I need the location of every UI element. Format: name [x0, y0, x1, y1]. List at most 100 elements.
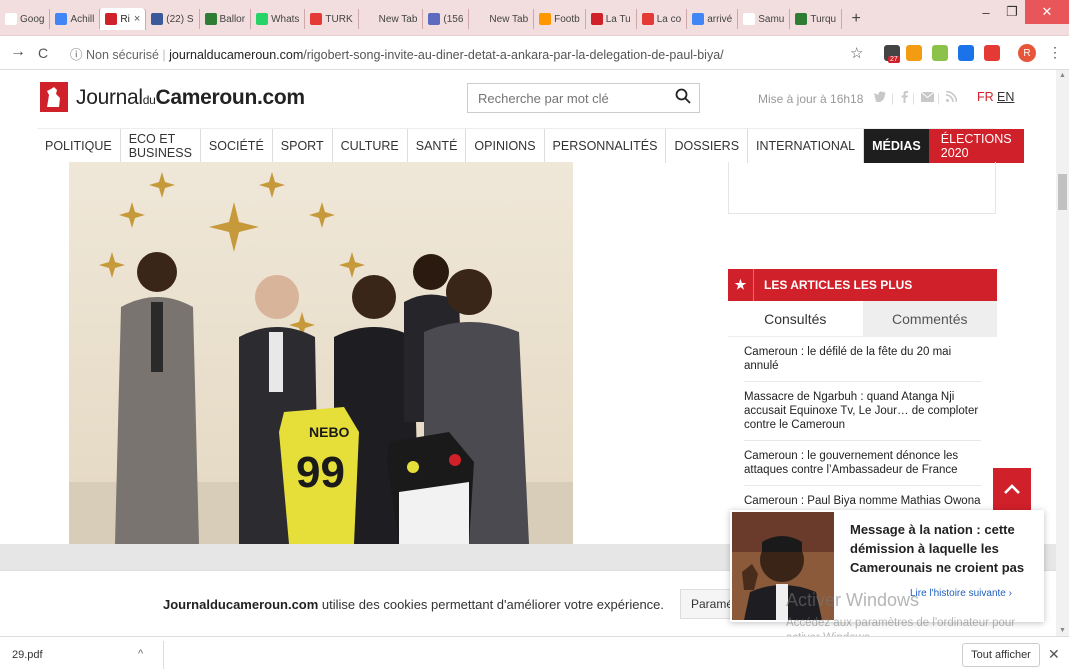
divider: |	[912, 91, 916, 105]
tab-label: Whats	[271, 13, 300, 25]
tab-consultes[interactable]: Consultés	[728, 301, 863, 336]
nav-item[interactable]: SANTÉ	[408, 129, 467, 163]
scroll-to-top-button[interactable]	[993, 468, 1031, 510]
popular-article-link[interactable]: Cameroun : le défilé de la fête du 20 ma…	[744, 337, 981, 382]
popular-article-link[interactable]: Massacre de Ngarbuh : quand Atanga Nji a…	[744, 382, 981, 441]
scroll-up-arrow-icon[interactable]: ▲	[1056, 72, 1069, 79]
tab-favicon-icon	[743, 13, 756, 25]
nav-item[interactable]: DOSSIERS	[666, 129, 749, 163]
tab-label: Footb	[554, 13, 580, 25]
browser-tab[interactable]: arrivé	[687, 9, 739, 29]
popular-list: Cameroun : le défilé de la fête du 20 ma…	[728, 337, 997, 517]
tab-label: Ballor	[219, 13, 246, 25]
rss-icon[interactable]	[945, 90, 958, 105]
browser-tab-strip: Goog Achill Ri × (22) S Ballor Whats TURK New Ta…	[0, 0, 1069, 36]
extension-icon[interactable]	[958, 45, 974, 61]
minimize-button[interactable]: –	[973, 0, 999, 24]
download-bar: 29.pdf ^ Tout afficher ✕	[0, 636, 1069, 672]
browser-tab[interactable]: Turqu	[790, 9, 843, 29]
site-header: JournalduCameroun.com Mise à jour à 16h1…	[0, 70, 1069, 128]
tab-label: La co	[656, 13, 682, 25]
tab-favicon-icon	[55, 13, 68, 25]
nav-item[interactable]: SPORT	[273, 129, 333, 163]
new-tab-button[interactable]: +	[842, 10, 870, 28]
nav-item[interactable]: POLITIQUE	[37, 129, 121, 163]
lang-en-link[interactable]: EN	[997, 90, 1014, 104]
close-icon[interactable]: ✕	[1048, 646, 1060, 663]
browser-tab[interactable]: Achill	[50, 9, 101, 29]
browser-tab[interactable]: (156	[423, 9, 470, 29]
article-photo[interactable]: 99 NEBO	[69, 162, 573, 544]
chevron-up-icon[interactable]: ^	[138, 648, 143, 660]
download-file-name[interactable]: 29.pdf	[12, 649, 43, 661]
tab-close-icon[interactable]: ×	[134, 13, 140, 25]
next-story-link[interactable]: Lire l'histoire suivante ›	[910, 588, 1012, 599]
sidebar-widget	[728, 162, 996, 214]
browser-tab[interactable]: La Tu	[586, 9, 637, 29]
nav-item[interactable]: PERSONNALITÉS	[545, 129, 667, 163]
tab-favicon-icon	[151, 13, 164, 25]
tab-commentes[interactable]: Commentés	[862, 301, 997, 336]
popular-header: ★ LES ARTICLES LES PLUS	[728, 269, 997, 301]
nav-item[interactable]: INTERNATIONAL	[748, 129, 865, 163]
address-bar[interactable]: ⓘ Non sécurisé | journalducameroun.com/r…	[70, 44, 724, 63]
nav-item-elections[interactable]: ÉLECTIONS 2020	[928, 129, 1024, 163]
nav-item-medias[interactable]: MÉDIAS	[864, 129, 929, 163]
site-logo[interactable]: JournalduCameroun.com	[76, 86, 305, 110]
nav-item[interactable]: CULTURE	[333, 129, 408, 163]
search-input[interactable]	[468, 84, 658, 112]
window-close-button[interactable]: ✕	[1025, 0, 1069, 24]
browser-tab[interactable]: (22) S	[146, 9, 200, 29]
mail-icon[interactable]	[920, 91, 935, 105]
logo-icon[interactable]	[40, 82, 68, 112]
maximize-button[interactable]: ❐	[999, 0, 1025, 24]
reload-button[interactable]: C	[38, 45, 48, 61]
browser-tab[interactable]: Goog	[0, 9, 51, 29]
browser-tab[interactable]: Ballor	[200, 9, 252, 29]
forward-button[interactable]: →	[10, 43, 26, 61]
search-icon[interactable]	[675, 88, 691, 109]
facebook-icon[interactable]	[901, 91, 908, 106]
bookmark-star-icon[interactable]: ☆	[850, 44, 863, 62]
browser-tab[interactable]: TURK	[305, 9, 359, 29]
popular-article-link[interactable]: Cameroun : le gouvernement dénonce les a…	[744, 441, 981, 486]
scroll-down-arrow-icon[interactable]: ▼	[1056, 627, 1069, 634]
extension-icon[interactable]	[932, 45, 948, 61]
nav-item[interactable]: OPINIONS	[466, 129, 545, 163]
tab-label: Ri	[120, 13, 130, 25]
page-scrollbar[interactable]: ▲ ▼	[1056, 70, 1069, 636]
tab-label: (156	[443, 13, 464, 25]
browser-tab[interactable]: Whats	[251, 9, 306, 29]
tab-label: La Tu	[605, 13, 631, 25]
browser-tab[interactable]: Ri ×	[100, 8, 147, 30]
cookie-text: Journalducameroun.com utilise des cookie…	[163, 597, 665, 612]
profile-avatar[interactable]: R	[1018, 44, 1036, 62]
tab-favicon-icon	[310, 13, 323, 25]
popular-tabs: Consultés Commentés	[728, 301, 997, 337]
extension-icon[interactable]	[906, 45, 922, 61]
tab-label: Turqu	[810, 13, 837, 25]
pdf-extension-icon[interactable]	[984, 45, 1000, 61]
browser-tab[interactable]: New Tab	[359, 9, 424, 29]
windows-watermark-title: Activer Windows	[786, 590, 920, 610]
menu-icon[interactable]: ⋮	[1048, 44, 1062, 61]
twitter-icon[interactable]	[874, 91, 886, 105]
lang-fr-link[interactable]: FR	[977, 90, 994, 104]
chevron-up-icon	[1004, 484, 1020, 494]
scroll-thumb[interactable]	[1058, 174, 1067, 210]
next-story-title[interactable]: Message à la nation : cette démission à …	[850, 520, 1036, 577]
tab-favicon-icon	[105, 13, 118, 25]
browser-tab[interactable]: New Tab	[469, 9, 535, 29]
nav-item[interactable]: ECO ET BUSINESS	[121, 129, 201, 163]
show-all-downloads-button[interactable]: Tout afficher	[962, 643, 1040, 667]
tab-favicon-icon	[692, 13, 705, 25]
browser-tab[interactable]: Footb	[534, 9, 586, 29]
browser-tab[interactable]: La co	[637, 9, 688, 29]
security-indicator[interactable]: ⓘ Non sécurisé	[70, 48, 159, 62]
browser-tab[interactable]: Samu	[738, 9, 791, 29]
tab-label: arrivé	[707, 13, 733, 25]
tab-list: Goog Achill Ri × (22) S Ballor Whats TURK New Ta…	[0, 8, 870, 30]
nav-item[interactable]: SOCIÉTÉ	[201, 129, 273, 163]
tab-label: Samu	[758, 13, 785, 25]
tab-favicon-icon	[363, 13, 376, 25]
